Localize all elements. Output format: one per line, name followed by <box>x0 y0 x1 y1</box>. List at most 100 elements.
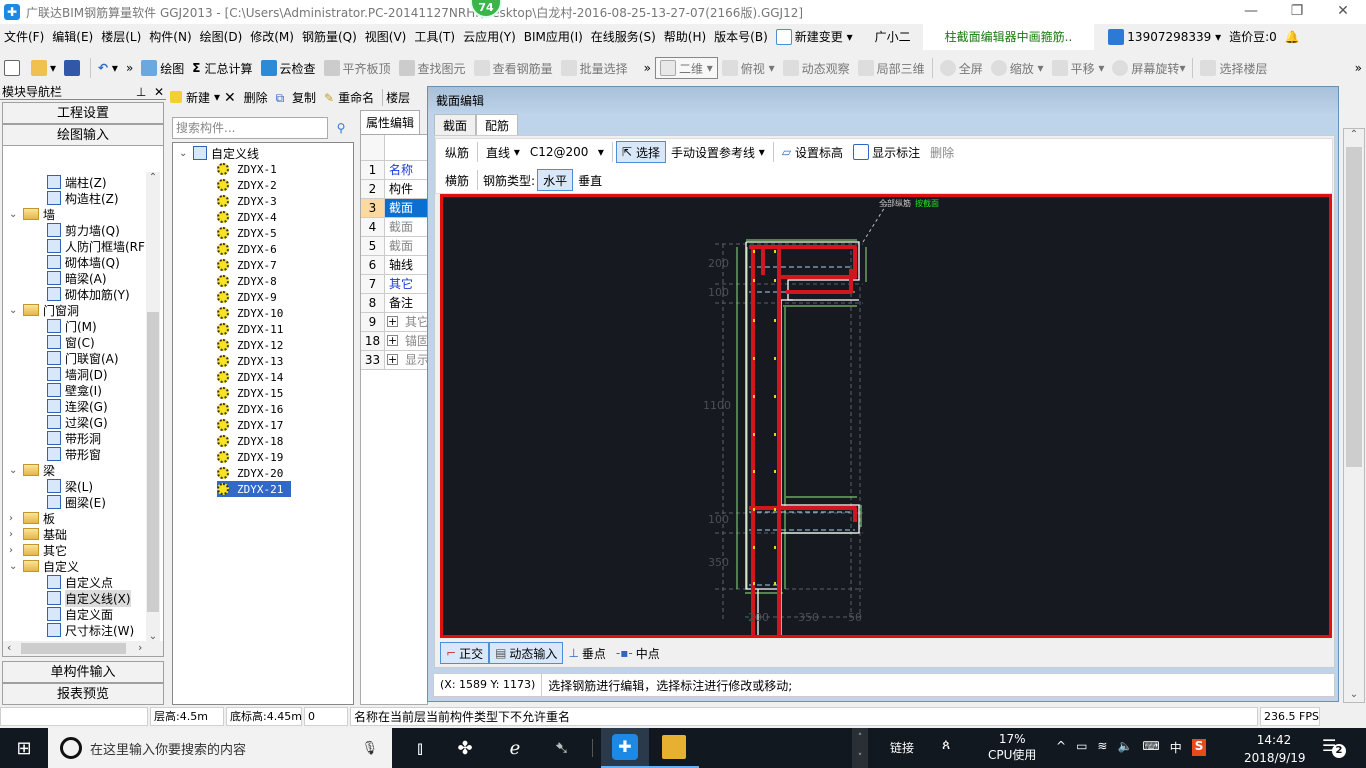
tray-expand-icon[interactable]: ^ <box>1056 739 1066 756</box>
nav-tree-item[interactable]: ⌄ 墙 <box>9 206 55 222</box>
toolbar-overflow-2[interactable]: » <box>640 56 655 80</box>
start-button[interactable]: ⊞ <box>0 738 48 759</box>
menu-modify[interactable]: 修改(M) <box>246 24 298 50</box>
mid-point-toggle[interactable]: -▪- 中点 <box>611 642 665 664</box>
set-elevation-button[interactable]: ▱ 设置标高 <box>777 141 848 163</box>
component-item[interactable]: ZDYX-12 <box>217 337 283 353</box>
chevron-right-icon[interactable]: › <box>9 529 19 540</box>
property-row[interactable]: 7 其它 <box>361 275 429 294</box>
delete-rebar-button[interactable]: 删除 <box>925 141 959 163</box>
property-row[interactable]: 6 轴线 <box>361 256 429 275</box>
search-icon[interactable]: ⚲ <box>330 117 352 139</box>
copy-component-button[interactable]: ⧉ 复制 <box>276 89 320 106</box>
nav-tree-item[interactable]: 暗梁(A) <box>47 270 107 286</box>
notification-center[interactable]: ☰ 2 <box>1322 736 1346 758</box>
menu-view[interactable]: 视图(V) <box>361 24 411 50</box>
workspace-vscrollbar[interactable]: ⌃ ⌄ <box>1343 128 1365 703</box>
align-slab-button[interactable]: 平齐板顶 <box>320 56 395 80</box>
menu-online[interactable]: 在线服务(S) <box>587 24 660 50</box>
fan-app-icon[interactable]: ✤ <box>440 738 490 759</box>
dynamic-input-toggle[interactable]: ▤ 动态输入 <box>489 642 564 664</box>
toolbar-overflow[interactable]: » <box>122 56 137 80</box>
component-item[interactable]: ZDYX-4 <box>217 209 277 225</box>
line-type-dropdown[interactable]: 直线 ▾ <box>481 141 525 163</box>
menu-version[interactable]: 版本号(B) <box>710 24 772 50</box>
bell-icon[interactable]: 🔔 <box>1281 24 1304 50</box>
new-change-button[interactable]: 新建变更 ▾ <box>772 24 857 50</box>
ortho-toggle[interactable]: ⌐ 正交 <box>440 642 490 664</box>
minimize-button[interactable]: — <box>1228 0 1274 24</box>
tab-property-edit[interactable]: 属性编辑 <box>360 110 420 134</box>
component-item[interactable]: ZDYX-11 <box>217 321 283 337</box>
select-tool-button[interactable]: ⇱ 选择 <box>615 141 666 163</box>
clock[interactable]: 14:42 2018/9/19 <box>1244 731 1306 767</box>
section-drawing[interactable]: 200 100 1100 100 350 200 350 50 全部纵筋 按截面 <box>443 197 1329 635</box>
component-item[interactable]: ZDYX-17 <box>217 417 283 433</box>
view-mode-select[interactable]: 二维 ▾ <box>654 57 718 79</box>
ref-line-dropdown[interactable]: 手动设置参考线 ▾ <box>666 141 770 163</box>
rename-component-button[interactable]: ✎ 重命名 <box>324 89 378 106</box>
pin-icon[interactable]: ⊥ <box>136 85 146 99</box>
floor-button[interactable]: 楼层 <box>382 88 410 106</box>
chevron-down-icon[interactable]: ⌄ <box>9 209 19 220</box>
task-view-icon[interactable]: ⫾ <box>400 738 440 759</box>
workspace-scroll-thumb[interactable] <box>1346 147 1362 467</box>
taskbar-search-input[interactable]: 在这里输入你要搜索的内容 <box>90 739 246 758</box>
property-row[interactable]: 9 + 其它 <box>361 313 429 332</box>
open-file-button[interactable]: ▾ <box>27 56 60 80</box>
volume-icon[interactable]: 🔈 <box>1117 739 1132 756</box>
component-tree-root[interactable]: ⌄ 自定义线 <box>179 145 259 161</box>
keyboard-icon[interactable]: ⌨ <box>1142 739 1159 756</box>
property-row[interactable]: 2 构件 <box>361 180 429 199</box>
component-item[interactable]: ZDYX-19 <box>217 449 283 465</box>
microphone-icon[interactable]: 🎙 <box>361 741 378 756</box>
nav-tree-item[interactable]: 尺寸标注(W) <box>47 622 134 638</box>
wifi-icon[interactable]: ≋ <box>1097 739 1107 756</box>
menu-floor[interactable]: 楼层(L) <box>97 24 145 50</box>
show-label-button[interactable]: 显示标注 <box>848 141 925 163</box>
component-item[interactable]: ZDYX-3 <box>217 193 277 209</box>
nav-tree-item[interactable]: 端柱(Z) <box>47 174 107 190</box>
tip-link[interactable]: 柱截面编辑器中画箍筋.. <box>922 24 1095 50</box>
nav-tree-item[interactable]: 窗(C) <box>47 334 95 350</box>
new-file-button[interactable] <box>0 56 27 80</box>
component-item[interactable]: ZDYX-6 <box>217 241 277 257</box>
sogou-icon[interactable]: S <box>1191 739 1207 756</box>
section-canvas[interactable]: 200 100 1100 100 350 200 350 50 全部纵筋 按截面 <box>440 194 1332 638</box>
property-row[interactable]: 8 备注 <box>361 294 429 313</box>
perp-point-toggle[interactable]: ⊥ 垂点 <box>563 642 610 664</box>
chevron-down-icon[interactable]: ⌄ <box>9 465 19 476</box>
component-item[interactable]: ZDYX-15 <box>217 385 283 401</box>
pan-button[interactable]: 平移 ▾ <box>1048 56 1109 80</box>
expand-group-icon[interactable]: + <box>387 354 398 365</box>
dynamic-view-button[interactable]: 动态观察 <box>779 56 854 80</box>
nav-tree-item[interactable]: ⌄ 自定义 <box>9 558 79 574</box>
nav-tree-item[interactable]: 砌体加筋(Y) <box>47 286 130 302</box>
delete-component-button[interactable]: ✕ 删除 <box>224 89 272 106</box>
component-item[interactable]: ZDYX-21 <box>217 481 292 497</box>
property-row[interactable]: 3 截面 <box>361 199 429 218</box>
component-item[interactable]: ZDYX-9 <box>217 289 277 305</box>
vertical-button[interactable]: 垂直 <box>573 169 607 191</box>
component-item[interactable]: ZDYX-13 <box>217 353 283 369</box>
taskbar-scroll[interactable]: ˄ ˅ <box>852 728 868 768</box>
nav-tree-scroll-thumb[interactable] <box>147 312 159 612</box>
chevron-down-icon[interactable]: ⌄ <box>9 561 19 572</box>
menu-cloud[interactable]: 云应用(Y) <box>459 24 520 50</box>
menu-edit[interactable]: 编辑(E) <box>48 24 97 50</box>
dialog-title[interactable]: 截面编辑 <box>428 87 1338 113</box>
nav-tree-item[interactable]: ⌄ 梁 <box>9 462 55 478</box>
component-item[interactable]: ZDYX-2 <box>217 177 277 193</box>
ime-indicator[interactable]: 中 <box>1170 739 1182 756</box>
link-toolbar[interactable]: 链接 <box>890 739 914 756</box>
drawing-input-button[interactable]: 绘图输入 <box>2 124 164 146</box>
nav-tree-item[interactable]: 门联窗(A) <box>47 350 119 366</box>
notes-app-icon[interactable] <box>649 728 699 768</box>
component-item[interactable]: ZDYX-18 <box>217 433 283 449</box>
component-item[interactable]: ZDYX-7 <box>217 257 277 273</box>
property-row[interactable]: 1 名称 <box>361 161 429 180</box>
expand-group-icon[interactable]: + <box>387 335 398 346</box>
nav-tree-item[interactable]: › 基础 <box>9 526 67 542</box>
view-rebar-button[interactable]: 查看钢筋量 <box>470 56 557 80</box>
property-row[interactable]: 33 + 显示 <box>361 351 429 370</box>
